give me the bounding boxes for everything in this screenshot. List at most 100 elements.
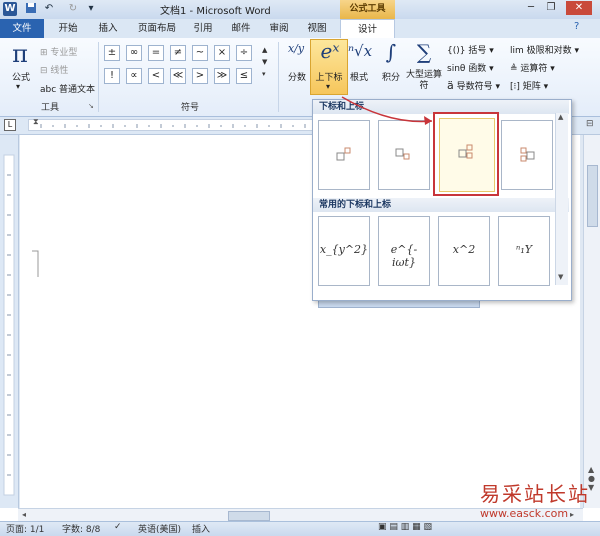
sub-superscript-tile[interactable]: [433, 112, 499, 196]
symbol-proportional[interactable]: ∝: [126, 68, 142, 84]
vertical-ruler: [0, 135, 19, 508]
accent-icon: ä: [447, 79, 454, 92]
indent-marker-icon[interactable]: ⧗: [33, 117, 39, 127]
help-icon[interactable]: ?: [574, 21, 579, 32]
status-language[interactable]: 英语(美国): [138, 522, 181, 535]
fraction-icon[interactable]: x/y: [284, 42, 308, 55]
integral-icon[interactable]: ∫: [380, 40, 402, 64]
limit-log-button[interactable]: lim 极限和对数 ▾: [510, 43, 579, 56]
vertical-scrollbar[interactable]: ▲ ● ▼: [583, 135, 600, 508]
symbol-tilde[interactable]: ~: [192, 45, 208, 61]
tab-mailings[interactable]: 邮件: [226, 19, 256, 38]
fraction-button[interactable]: 分数: [282, 70, 312, 83]
close-icon[interactable]: ✕: [566, 1, 592, 15]
tab-home[interactable]: 开始: [52, 19, 84, 38]
linear-icon: ⊟: [40, 66, 51, 76]
left-sub-superscript-tile[interactable]: [501, 120, 553, 190]
scroll-left-icon[interactable]: ◂: [22, 510, 26, 519]
tab-design[interactable]: 设计: [340, 19, 395, 38]
tab-references[interactable]: 引用: [188, 19, 218, 38]
watermark-url: www.easck.com: [480, 507, 569, 520]
common-script-tile[interactable]: x_{y^2}: [318, 216, 370, 286]
scroll-up-icon[interactable]: ▲: [558, 113, 563, 121]
watermark-cn: 易采站长站: [480, 482, 590, 506]
sub-superscript-icon: [458, 144, 473, 159]
window-title: 文档1 - Microsoft Word: [160, 6, 271, 17]
restore-icon[interactable]: ❐: [542, 1, 560, 15]
hscroll-thumb[interactable]: [228, 511, 270, 521]
operator-icon: ≜: [510, 64, 518, 74]
symbol-equals[interactable]: =: [148, 45, 164, 61]
ruler-ticks: [40, 124, 306, 128]
professional-button[interactable]: ⊞ 专业型: [40, 45, 77, 58]
tab-stop-selector-icon[interactable]: L: [4, 119, 16, 131]
left-sub-superscript-icon: [520, 147, 535, 162]
accent-button[interactable]: ä 导数符号 ▾: [447, 79, 500, 92]
ribbon-tabs: [0, 19, 600, 38]
tab-page-layout[interactable]: 页面布局: [132, 19, 182, 38]
symbol-much-less[interactable]: ≪: [170, 68, 186, 84]
chevron-down-icon[interactable]: ▾: [16, 82, 20, 91]
tab-review[interactable]: 审阅: [264, 19, 294, 38]
integral-button[interactable]: 积分: [378, 70, 404, 83]
status-word-count[interactable]: 字数: 8/8: [62, 522, 100, 535]
gallery-scrollbar[interactable]: ▲ ▼: [555, 113, 568, 285]
matrix-icon: [⁝]: [510, 82, 520, 92]
proofing-icon[interactable]: ✓: [114, 522, 122, 532]
scroll-thumb[interactable]: [587, 165, 598, 227]
redo-icon[interactable]: ↻: [66, 2, 80, 16]
symbol-factorial[interactable]: !: [104, 68, 120, 84]
symbol-much-greater[interactable]: ≫: [214, 68, 230, 84]
symbol-plus-minus[interactable]: ±: [104, 45, 120, 61]
word-app-icon[interactable]: W: [3, 2, 17, 16]
symbol-less-equal[interactable]: ≤: [236, 68, 252, 84]
tab-view[interactable]: 视图: [302, 19, 332, 38]
symbol-infinity[interactable]: ∞: [126, 45, 142, 61]
normal-text-button[interactable]: abc 普通文本: [40, 82, 95, 95]
status-insert-mode[interactable]: 插入: [192, 522, 210, 535]
save-icon[interactable]: [24, 2, 38, 16]
symbol-times[interactable]: ×: [214, 45, 230, 61]
radical-button[interactable]: 根式: [346, 70, 372, 83]
common-script-tile[interactable]: ⁿ₁Y: [498, 216, 550, 286]
dialog-launcher-icon[interactable]: ↘: [88, 102, 94, 110]
tab-insert[interactable]: 插入: [92, 19, 124, 38]
equation-button[interactable]: 公式: [6, 70, 36, 83]
group-label-symbols: 符号: [180, 103, 199, 113]
tab-file[interactable]: 文件: [0, 19, 44, 38]
symbol-not-equal[interactable]: ≠: [170, 45, 186, 61]
view-ruler-icon[interactable]: ⊟: [586, 119, 594, 129]
chevron-down-icon: ▾: [326, 82, 331, 91]
group-label-tools: 工具: [40, 103, 59, 113]
margin-corner-mark: [32, 250, 39, 277]
group-divider: [98, 42, 99, 112]
scroll-down-icon[interactable]: ▼: [558, 273, 563, 281]
common-script-tile[interactable]: e^{-iωt}: [378, 216, 430, 286]
common-script-tile[interactable]: x^2: [438, 216, 490, 286]
undo-icon[interactable]: ↶: [42, 2, 56, 16]
bracket-button[interactable]: {()} 括号 ▾: [447, 43, 494, 56]
script-icon: eˣ: [320, 39, 340, 63]
view-buttons[interactable]: ▣ ▤ ▥ ▦ ▧: [378, 522, 432, 532]
context-tab-group: 公式工具: [340, 0, 395, 19]
large-operator-icon[interactable]: ∑: [412, 40, 436, 64]
matrix-button[interactable]: [⁝] 矩阵 ▾: [510, 79, 548, 92]
site-watermark: 易采站长站 www.easck.com: [480, 478, 600, 520]
operator-button[interactable]: ≜ 运算符 ▾: [510, 61, 555, 74]
symbol-greater-than[interactable]: >: [192, 68, 208, 84]
ruler-scale[interactable]: [28, 119, 313, 131]
large-operator-button[interactable]: 大型运算符: [406, 70, 442, 92]
symbol-divide[interactable]: ÷: [236, 45, 252, 61]
vertical-ruler-ticks: [3, 154, 15, 496]
status-page[interactable]: 页面: 1/1: [6, 522, 44, 535]
professional-icon: ⊞: [40, 48, 51, 58]
minimize-icon[interactable]: ─: [522, 1, 540, 15]
symbol-less-than[interactable]: <: [148, 68, 164, 84]
pi-icon[interactable]: π: [8, 40, 32, 68]
linear-button[interactable]: ⊟ 线性: [40, 63, 68, 76]
customize-qat-icon[interactable]: ▾: [84, 2, 98, 16]
function-button[interactable]: sinθ 函数 ▾: [447, 61, 494, 74]
gallery-section-common: 常用的下标和上标: [313, 198, 569, 212]
symbols-gallery-scroll[interactable]: ▲ ▼ ▾: [262, 44, 267, 80]
radical-icon[interactable]: ⁿ√x: [346, 42, 374, 60]
